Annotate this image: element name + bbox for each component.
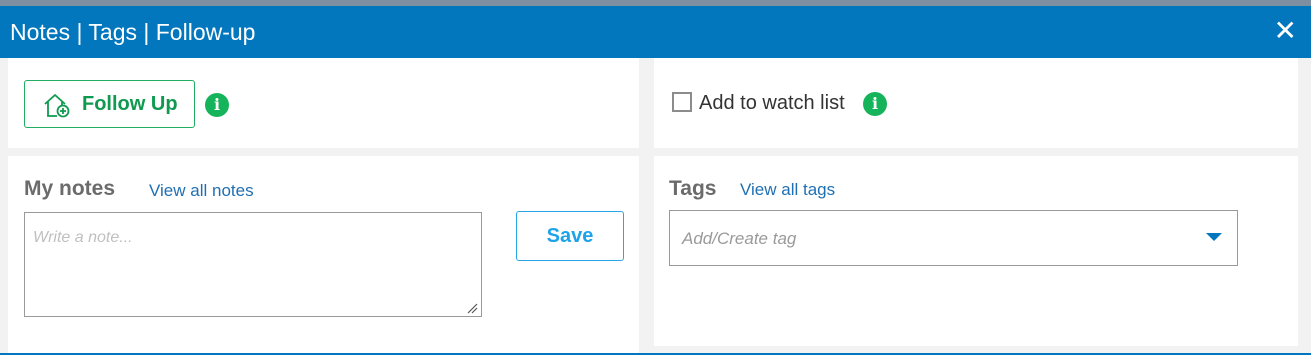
- notes-panel: My notes View all notes Save: [8, 156, 639, 353]
- note-textarea[interactable]: [24, 212, 482, 317]
- watch-list-panel: Add to watch list i: [654, 58, 1298, 148]
- view-all-tags-link[interactable]: View all tags: [740, 180, 835, 200]
- follow-up-info-icon[interactable]: i: [205, 93, 229, 117]
- tag-placeholder: Add/Create tag: [682, 229, 797, 248]
- watch-list-checkbox[interactable]: [672, 92, 692, 112]
- watch-list-label[interactable]: Add to watch list: [699, 92, 845, 115]
- caret-down-icon[interactable]: [1206, 233, 1222, 241]
- notes-heading: My notes: [24, 177, 116, 200]
- dialog-titlebar: Notes | Tags | Follow-up ✕: [0, 6, 1311, 58]
- dialog-title: Notes | Tags | Follow-up: [10, 19, 256, 45]
- tag-select[interactable]: Add/Create tag: [669, 210, 1238, 266]
- follow-up-label: Follow Up: [82, 93, 178, 115]
- tags-heading: Tags: [669, 177, 717, 200]
- close-icon[interactable]: ✕: [1274, 17, 1297, 45]
- view-all-notes-link[interactable]: View all notes: [149, 181, 254, 201]
- save-button[interactable]: Save: [516, 211, 624, 261]
- home-plus-icon: [43, 92, 71, 124]
- follow-up-panel: Follow Up i: [8, 58, 639, 148]
- follow-up-button[interactable]: Follow Up: [24, 80, 195, 128]
- tags-panel: Tags View all tags Add/Create tag: [654, 156, 1298, 346]
- watch-list-info-icon[interactable]: i: [863, 92, 887, 116]
